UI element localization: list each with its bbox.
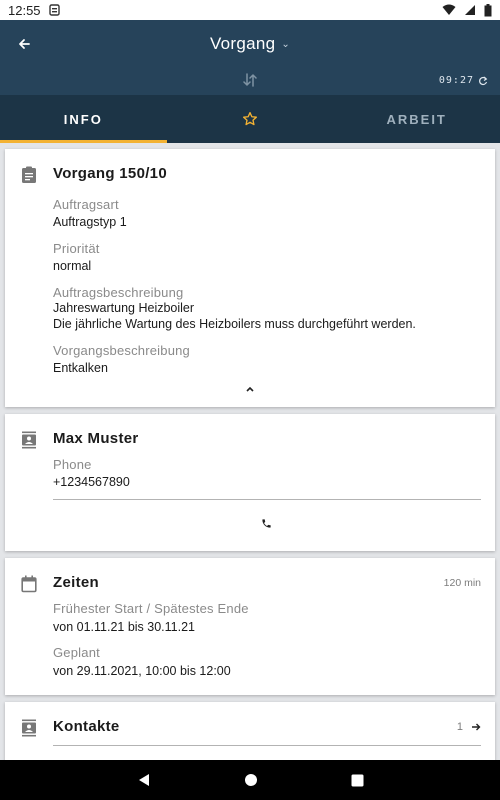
field-value: Entkalken	[53, 361, 108, 375]
clipboard-icon	[22, 166, 36, 183]
status-time: 12:55	[8, 2, 41, 18]
duration-value: 120 min	[443, 577, 481, 589]
signal-icon	[465, 5, 475, 15]
field-label: Auftragsbeschreibung	[53, 285, 184, 300]
field-value: Auftragstyp 1	[53, 215, 127, 229]
app-bar: Vorgang ⌄ 09:27	[0, 20, 500, 95]
tab-arbeit[interactable]: ARBEIT	[333, 95, 500, 143]
customer-card: Max Muster Phone +1234567890	[5, 414, 495, 551]
field-value: von 29.11.2021, 10:00 bis 12:00	[53, 664, 231, 678]
sync-clock: 09:27	[439, 75, 488, 86]
times-title: Zeiten	[53, 574, 99, 591]
chevron-down-icon: ⌄	[281, 38, 291, 50]
field-label: Priorität	[53, 241, 100, 256]
divider	[53, 745, 481, 746]
field-label: Frühester Start / Spätestes Ende	[53, 601, 249, 616]
tab-info[interactable]: INFO	[0, 95, 167, 143]
tab-bar: INFO ARBEIT	[0, 95, 500, 143]
field-value: normal	[53, 259, 92, 273]
star-icon	[243, 112, 257, 126]
field-label: Auftragsart	[53, 197, 119, 212]
arrow-right-icon	[472, 723, 481, 731]
contacts-count: 1	[456, 721, 463, 733]
nav-back-icon[interactable]	[137, 773, 151, 787]
field-label: Vorgangsbeschreibung	[53, 343, 190, 358]
nav-recents-icon[interactable]	[351, 774, 364, 787]
phone-label: Phone	[53, 457, 92, 472]
battery-icon	[484, 3, 492, 16]
tab-favorites[interactable]	[167, 95, 334, 143]
usb-debug-icon	[48, 4, 60, 16]
order-card: Vorgang 150/10 Auftragsart Auftragstyp 1…	[5, 149, 495, 407]
system-nav-bar	[0, 760, 500, 800]
wifi-icon	[442, 4, 456, 15]
field-value-detail: Die jährliche Wartung des Heizboilers mu…	[53, 317, 416, 331]
calendar-icon	[21, 575, 37, 593]
sync-time: 09:27	[438, 75, 474, 86]
tab-arbeit-label: ARBEIT	[386, 111, 447, 127]
chevron-up-icon[interactable]	[245, 385, 255, 393]
contacts-count-link[interactable]: 1	[457, 721, 481, 733]
contact-card-icon	[22, 719, 36, 737]
tab-info-label: INFO	[63, 111, 103, 127]
content-scroll[interactable]: Vorgang 150/10 Auftragsart Auftragstyp 1…	[0, 143, 500, 760]
phone-value[interactable]: +1234567890	[53, 475, 130, 489]
times-card: Zeiten 120 min Frühester Start / Spätest…	[5, 558, 495, 695]
page-title-dropdown[interactable]: Vorgang ⌄	[0, 34, 500, 54]
field-label: Geplant	[53, 645, 100, 660]
contacts-card[interactable]: Kontakte 1	[5, 702, 495, 760]
nav-home-icon[interactable]	[244, 773, 258, 787]
page-title: Vorgang	[209, 34, 276, 53]
contacts-title: Kontakte	[53, 718, 120, 735]
contact-card-icon	[22, 431, 36, 449]
field-value: von 01.11.21 bis 30.11.21	[53, 620, 196, 634]
sync-icon[interactable]	[242, 72, 258, 88]
divider	[53, 499, 481, 500]
customer-name: Max Muster	[53, 430, 139, 447]
order-title: Vorgang 150/10	[53, 165, 167, 182]
phone-icon[interactable]	[261, 518, 272, 529]
field-value: Jahreswartung Heizboiler	[53, 301, 195, 315]
refresh-icon[interactable]	[478, 76, 488, 86]
status-bar: 12:55	[0, 0, 500, 20]
